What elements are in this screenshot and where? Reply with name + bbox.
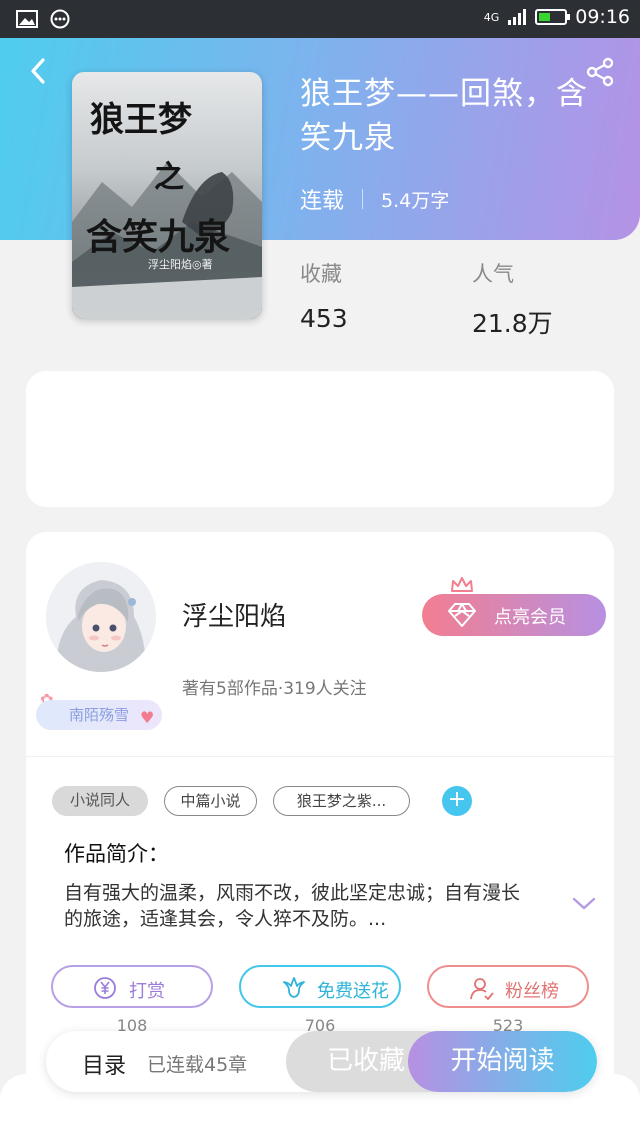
- word-count: 5.4万字: [381, 189, 450, 212]
- meta-divider: [362, 189, 364, 209]
- avatar[interactable]: [46, 562, 156, 672]
- cover-title-line3: 含笑九泉: [86, 216, 231, 258]
- status-bar: 4G 09:16: [0, 0, 640, 38]
- chevron-down-icon[interactable]: [572, 896, 596, 912]
- vip-button-label: 点亮会员: [494, 607, 566, 628]
- cover-author: 浮尘阳焰◎著: [148, 258, 213, 271]
- book-cover[interactable]: 狼王梦 之 含笑九泉 浮尘阳焰◎著: [72, 72, 262, 319]
- favorites-value: 453: [300, 304, 348, 333]
- user-ranking-icon: [470, 978, 494, 1001]
- cover-title-line1: 狼王梦: [90, 100, 192, 140]
- reward-button[interactable]: 打赏: [51, 965, 213, 1008]
- fan-ranking-button[interactable]: 粉丝榜: [427, 965, 589, 1008]
- section-divider: [26, 756, 614, 757]
- back-icon[interactable]: [24, 56, 54, 86]
- intro-text: 自有强大的温柔，风雨不改，彼此坚定忠诚；自有漫长的旅途，适逢其会，令人猝不及防。…: [64, 882, 521, 930]
- signal-icon: [508, 9, 527, 25]
- chapter-count[interactable]: 已连载45章: [147, 1050, 247, 1077]
- send-flower-label: 免费送花: [317, 981, 389, 1002]
- popularity-label: 人气: [472, 262, 514, 286]
- cover-title-line2: 之: [154, 160, 184, 195]
- blank-card: [26, 371, 614, 507]
- network-type: 4G: [483, 10, 500, 24]
- tag-series[interactable]: 狼王梦之紫...: [273, 786, 410, 816]
- fan-ranking-label: 粉丝榜: [505, 981, 559, 1002]
- flower-icon: [283, 977, 305, 998]
- popularity-value: 21.8万: [472, 309, 553, 338]
- popularity-stat: 人气 21.8万: [472, 258, 553, 340]
- author-name[interactable]: 浮尘阳焰: [182, 596, 286, 633]
- battery-icon: [535, 9, 571, 25]
- intro-heading: 作品简介：: [64, 842, 169, 866]
- more-circle-icon: [50, 9, 70, 29]
- image-icon: [16, 10, 38, 28]
- favorites-stat: 收藏 453: [300, 258, 348, 333]
- author-info: 著有5部作品·319人关注: [182, 679, 367, 699]
- avatar-image: [46, 562, 156, 672]
- clock: 09:16: [575, 6, 630, 28]
- badge-heart-icon: ♥: [140, 708, 155, 727]
- crown-icon: [451, 577, 473, 592]
- tag-novella[interactable]: 中篇小说: [164, 786, 257, 816]
- start-reading-button[interactable]: 开始阅读: [408, 1031, 597, 1092]
- vip-button[interactable]: 点亮会员: [422, 594, 606, 636]
- yen-coin-icon: [94, 977, 116, 999]
- toc-button[interactable]: 目录: [82, 1048, 126, 1080]
- favorites-label: 收藏: [300, 262, 342, 286]
- tag-fanfic[interactable]: 小说同人: [52, 786, 148, 816]
- send-flower-button[interactable]: 免费送花: [239, 965, 401, 1008]
- book-meta: 连载 5.4万字: [300, 183, 449, 215]
- reward-label: 打赏: [129, 981, 165, 1002]
- book-title: 狼王梦——回煞，含笑九泉: [300, 76, 588, 156]
- serial-status: 连载: [300, 189, 345, 214]
- diamond-icon: [448, 603, 476, 627]
- add-tag-button[interactable]: +: [442, 786, 472, 816]
- bottom-action-bar: 目录 已连载45章 已收藏 开始阅读: [46, 1031, 597, 1092]
